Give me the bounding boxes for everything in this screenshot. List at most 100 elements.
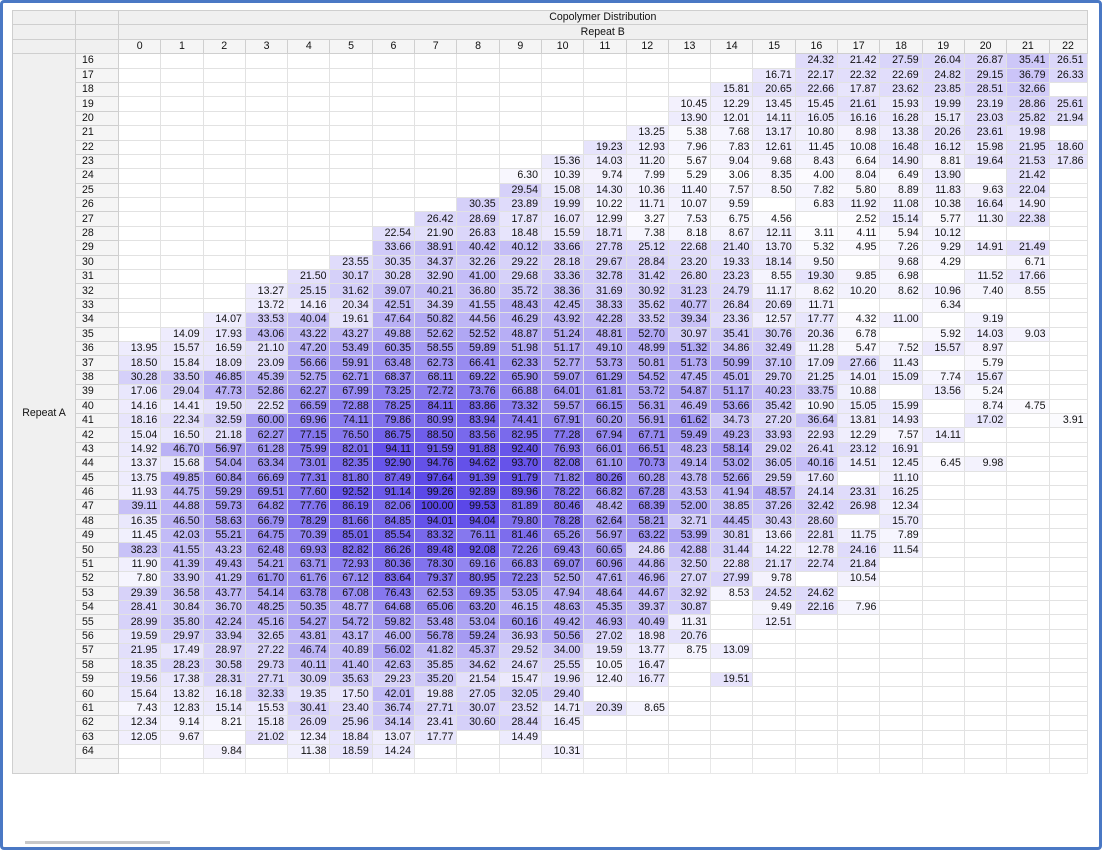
table-cell[interactable] xyxy=(244,743,289,760)
table-cell[interactable]: 83.94 xyxy=(456,412,500,429)
table-cell[interactable]: 59.89 xyxy=(456,340,500,357)
table-cell[interactable] xyxy=(1048,556,1088,573)
table-cell[interactable]: 15.09 xyxy=(879,369,923,386)
table-cell[interactable]: 29.15 xyxy=(963,67,1008,83)
table-cell[interactable]: 74.41 xyxy=(498,412,542,429)
table-cell[interactable]: 48.23 xyxy=(667,441,712,458)
table-cell[interactable]: 17.02 xyxy=(963,412,1008,429)
table-cell[interactable]: 78.22 xyxy=(540,484,585,501)
table-cell[interactable]: 68.11 xyxy=(414,369,458,386)
table-cell[interactable]: 15.67 xyxy=(963,369,1008,386)
table-cell[interactable]: 36.74 xyxy=(371,700,416,717)
table-cell[interactable] xyxy=(921,528,965,544)
table-cell[interactable]: 53.49 xyxy=(329,340,373,357)
table-cell[interactable]: 9.74 xyxy=(583,168,627,184)
table-cell[interactable]: 12.29 xyxy=(710,96,754,112)
table-cell[interactable]: 28.69 xyxy=(456,211,500,227)
table-cell[interactable] xyxy=(202,81,246,98)
table-cell[interactable] xyxy=(414,53,458,69)
table-cell[interactable] xyxy=(921,513,965,530)
table-cell[interactable]: 6.98 xyxy=(879,269,923,285)
table-cell[interactable]: 33.75 xyxy=(794,384,839,400)
table-cell[interactable]: 42.45 xyxy=(540,297,585,314)
table-cell[interactable]: 21.25 xyxy=(794,369,839,386)
table-cell[interactable]: 11.83 xyxy=(921,182,965,199)
table-cell[interactable] xyxy=(117,240,162,256)
table-cell[interactable]: 8.62 xyxy=(794,283,839,299)
table-cell[interactable] xyxy=(456,96,500,112)
table-cell[interactable] xyxy=(160,743,204,760)
table-cell[interactable] xyxy=(540,53,585,69)
table-cell[interactable] xyxy=(329,758,373,774)
table-cell[interactable]: 70.39 xyxy=(287,528,331,544)
table-cell[interactable] xyxy=(667,53,712,69)
table-cell[interactable]: 12.40 xyxy=(583,671,627,688)
table-cell[interactable]: 17.77 xyxy=(794,312,839,328)
table-cell[interactable] xyxy=(160,240,204,256)
table-cell[interactable]: 10.12 xyxy=(921,225,965,242)
table-cell[interactable] xyxy=(329,197,373,213)
table-cell[interactable]: 23.85 xyxy=(921,81,965,98)
table-cell[interactable]: 15.08 xyxy=(540,182,585,199)
table-cell[interactable]: 77.28 xyxy=(540,427,585,443)
table-cell[interactable] xyxy=(963,168,1008,184)
table-cell[interactable]: 22.52 xyxy=(244,398,289,414)
table-cell[interactable] xyxy=(202,283,246,299)
table-cell[interactable]: 16.71 xyxy=(752,67,796,83)
table-cell[interactable] xyxy=(371,758,416,774)
table-cell[interactable]: 47.45 xyxy=(667,369,712,386)
table-cell[interactable]: 26.84 xyxy=(710,297,754,314)
table-cell[interactable]: 13.09 xyxy=(710,643,754,659)
table-cell[interactable]: 40.16 xyxy=(794,456,839,472)
table-cell[interactable]: 11.00 xyxy=(879,312,923,328)
table-cell[interactable] xyxy=(963,528,1008,544)
table-cell[interactable]: 37.10 xyxy=(752,355,796,371)
table-cell[interactable]: 56.02 xyxy=(371,643,416,659)
table-cell[interactable]: 54.04 xyxy=(202,456,246,472)
table-cell[interactable] xyxy=(456,81,500,98)
table-cell[interactable] xyxy=(921,542,965,558)
table-cell[interactable] xyxy=(921,758,965,774)
horizontal-scrollbar[interactable] xyxy=(25,841,170,844)
table-cell[interactable]: 29.04 xyxy=(160,384,204,400)
table-cell[interactable] xyxy=(837,715,881,731)
table-cell[interactable]: 24.86 xyxy=(625,542,669,558)
table-cell[interactable] xyxy=(752,715,796,731)
table-cell[interactable] xyxy=(1048,197,1088,213)
table-cell[interactable] xyxy=(879,614,923,630)
table-cell[interactable]: 11.45 xyxy=(117,528,162,544)
table-cell[interactable]: 84.11 xyxy=(414,398,458,414)
table-cell[interactable]: 5.92 xyxy=(921,326,965,342)
table-cell[interactable]: 14.11 xyxy=(921,427,965,443)
table-cell[interactable] xyxy=(287,211,331,227)
table-cell[interactable]: 10.88 xyxy=(837,384,881,400)
table-cell[interactable]: 78.25 xyxy=(371,398,416,414)
table-cell[interactable]: 67.91 xyxy=(540,412,585,429)
table-cell[interactable] xyxy=(329,67,373,83)
table-cell[interactable]: 46.49 xyxy=(667,398,712,414)
table-cell[interactable] xyxy=(202,182,246,199)
table-cell[interactable] xyxy=(752,628,796,645)
table-cell[interactable] xyxy=(1006,628,1050,645)
table-cell[interactable]: 61.28 xyxy=(244,441,289,458)
table-cell[interactable] xyxy=(244,254,289,271)
table-cell[interactable]: 10.39 xyxy=(540,168,585,184)
table-cell[interactable]: 70.73 xyxy=(625,456,669,472)
table-cell[interactable]: 41.55 xyxy=(456,297,500,314)
table-cell[interactable]: 76.43 xyxy=(371,585,416,602)
table-cell[interactable]: 48.57 xyxy=(752,484,796,501)
table-cell[interactable]: 47.61 xyxy=(583,571,627,587)
table-cell[interactable]: 26.51 xyxy=(1048,53,1088,69)
table-cell[interactable]: 8.97 xyxy=(963,340,1008,357)
table-cell[interactable] xyxy=(963,297,1008,314)
table-cell[interactable]: 5.29 xyxy=(667,168,712,184)
table-cell[interactable]: 18.14 xyxy=(752,254,796,271)
table-cell[interactable]: 39.11 xyxy=(117,499,162,515)
table-cell[interactable]: 11.71 xyxy=(625,197,669,213)
table-cell[interactable]: 11.40 xyxy=(667,182,712,199)
table-cell[interactable] xyxy=(244,125,289,141)
table-cell[interactable]: 10.05 xyxy=(583,657,627,673)
table-cell[interactable] xyxy=(583,125,627,141)
table-cell[interactable] xyxy=(1006,355,1050,371)
table-cell[interactable]: 66.59 xyxy=(287,398,331,414)
